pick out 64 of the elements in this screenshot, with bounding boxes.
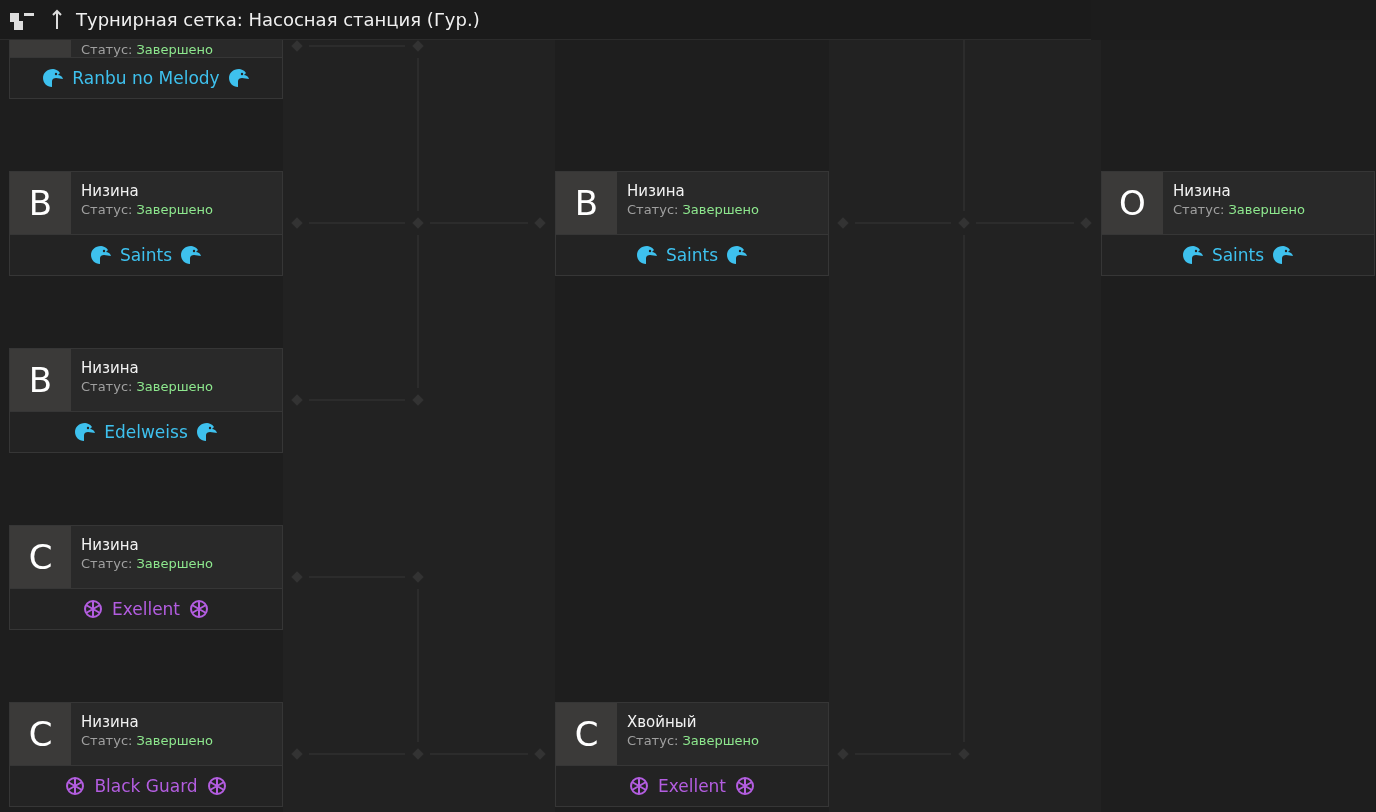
team-name: Edelweiss [104, 422, 188, 442]
status-label: Статус: [81, 733, 133, 748]
eagle-head-icon [726, 245, 749, 265]
grade-badge: C [10, 703, 71, 765]
eagle-head-icon [1181, 245, 1204, 265]
grade-badge: B [10, 172, 71, 234]
wheel-emblem-icon [81, 599, 104, 619]
status-label: Статус: [81, 202, 133, 217]
status-value: Завершено [1228, 202, 1305, 217]
wheel-emblem-icon [205, 776, 228, 796]
eagle-head-icon [1272, 245, 1295, 265]
status-value: Завершено [136, 556, 213, 571]
match-card[interactable]: B Низина Статус: Завершено Saints [9, 171, 283, 276]
status-value: Завершено [682, 733, 759, 748]
status-label: Статус: [1173, 202, 1225, 217]
wheel-emblem-icon [188, 599, 211, 619]
team-name: Saints [1211, 245, 1265, 265]
status-label: Статус: [81, 42, 133, 57]
grade-badge: O [1102, 172, 1163, 234]
match-card[interactable]: B Низина Статус: Завершено Saints [555, 171, 829, 276]
grade-badge: C [556, 703, 617, 765]
status-value: Завершено [136, 42, 213, 57]
match-card[interactable]: C Хвойный Статус: Завершено Exellent [555, 702, 829, 807]
location-name: Низина [81, 182, 140, 200]
team-name: Black Guard [94, 776, 198, 796]
wheel-emblem-icon [734, 776, 757, 796]
location-name: Низина [81, 713, 140, 731]
eagle-head-icon [227, 68, 250, 88]
match-card[interactable]: C Низина Статус: Завершено Exellent [9, 525, 283, 630]
status-value: Завершено [136, 202, 213, 217]
status-value: Завершено [136, 379, 213, 394]
eagle-head-icon [74, 422, 97, 442]
location-name: Хвойный [627, 713, 698, 731]
status-value: Завершено [682, 202, 759, 217]
team-name: Saints [665, 245, 719, 265]
location-name: Низина [81, 536, 140, 554]
eagle-head-icon [89, 245, 112, 265]
match-card[interactable]: O Низина Статус: Завершено Saints [1101, 171, 1375, 276]
match-card[interactable]: C Низина Статус: Завершено Black Guard [9, 702, 283, 807]
team-name: Ranbu no Melody [72, 68, 220, 88]
grade-badge: B [10, 349, 71, 411]
eagle-head-icon [42, 68, 65, 88]
location-name: Низина [1173, 182, 1232, 200]
back-arrow-icon[interactable] [52, 8, 62, 31]
status-label: Статус: [81, 379, 133, 394]
eagle-head-icon [180, 245, 203, 265]
grade-badge: B [556, 172, 617, 234]
grade-badge: C [10, 526, 71, 588]
wheel-emblem-icon [627, 776, 650, 796]
window-title: Турнирная сетка: Насосная станция (Гур.) [76, 9, 480, 30]
team-name: Saints [119, 245, 173, 265]
status-label: Статус: [627, 202, 679, 217]
match-card[interactable]: B Низина Статус: Завершено Edelweiss [9, 348, 283, 453]
location-name: Низина [81, 359, 140, 377]
status-label: Статус: [81, 556, 133, 571]
team-name: Exellent [111, 599, 181, 619]
eagle-head-icon [635, 245, 658, 265]
location-name: Низина [627, 182, 686, 200]
eagle-head-icon [195, 422, 218, 442]
wheel-emblem-icon [64, 776, 87, 796]
match-card[interactable]: Статус: Завершено Ranbu no Melody [9, 40, 283, 99]
status-value: Завершено [136, 733, 213, 748]
status-label: Статус: [627, 733, 679, 748]
team-name: Exellent [657, 776, 727, 796]
